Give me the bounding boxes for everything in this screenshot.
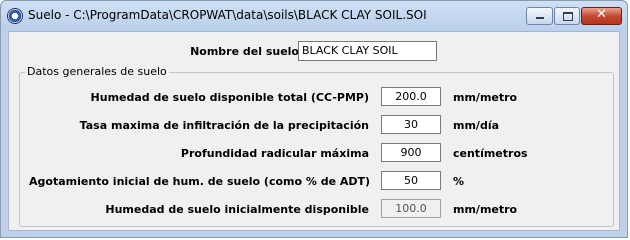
close-button[interactable]: ✕ xyxy=(581,7,622,25)
total-available-moisture-unit: mm/metro xyxy=(453,91,518,104)
initial-available-moisture-label: Humedad de suelo inicialmente disponible xyxy=(105,203,369,216)
initial-depletion-label: Agotamiento inicial de hum. de suelo (co… xyxy=(29,175,371,188)
minimize-icon xyxy=(536,17,544,19)
max-rooting-depth-unit: centímetros xyxy=(453,147,528,160)
close-icon: ✕ xyxy=(596,7,607,22)
window-title: Suelo - C:\ProgramData\CROPWAT\data\soil… xyxy=(28,8,427,22)
max-infiltration-rate-input[interactable]: 30 xyxy=(381,115,441,134)
soil-name-input[interactable]: BLACK CLAY SOIL xyxy=(298,41,437,61)
total-available-moisture-label: Humedad de suelo disponible total (CC-PM… xyxy=(90,91,369,104)
maximize-icon xyxy=(563,12,573,21)
group-legend: Datos generales de suelo xyxy=(25,65,169,78)
dialog-body: Nombre del suelo BLACK CLAY SOIL Datos g… xyxy=(8,31,620,231)
initial-available-moisture-value: 100.0 xyxy=(381,199,441,218)
total-available-moisture-input[interactable]: 200.0 xyxy=(381,87,441,106)
max-rooting-depth-label: Profundidad radicular máxima xyxy=(180,147,369,160)
maximize-button[interactable] xyxy=(554,7,580,25)
soil-name-label: Nombre del suelo xyxy=(190,45,299,58)
max-infiltration-rate-label: Tasa maxima de infiltración de la precip… xyxy=(79,119,369,132)
cropwat-app-icon[interactable] xyxy=(7,8,23,24)
max-rooting-depth-input[interactable]: 900 xyxy=(381,143,441,162)
title-bar[interactable]: Suelo - C:\ProgramData\CROPWAT\data\soil… xyxy=(1,1,627,31)
minimize-button[interactable] xyxy=(526,7,553,25)
initial-depletion-input[interactable]: 50 xyxy=(381,171,441,190)
initial-available-moisture-unit: mm/metro xyxy=(453,203,518,216)
max-infiltration-rate-unit: mm/día xyxy=(453,119,500,132)
soil-window: Suelo - C:\ProgramData\CROPWAT\data\soil… xyxy=(0,0,628,238)
initial-depletion-unit: % xyxy=(453,175,465,188)
